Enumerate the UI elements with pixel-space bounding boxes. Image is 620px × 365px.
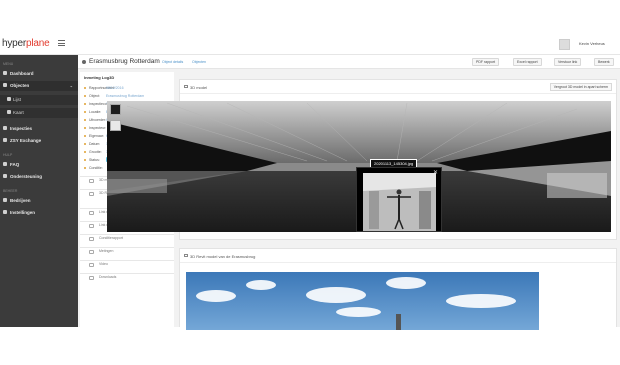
open-3d-model-button[interactable]: Vergroot 3D model in apart scherm xyxy=(549,83,612,91)
menu-video[interactable]: Video xyxy=(80,262,174,272)
menu-conditierapport[interactable]: Conditierapport xyxy=(80,236,174,246)
sidebar-item-kaart[interactable]: Kaart xyxy=(0,108,78,118)
support-icon xyxy=(3,174,7,178)
companies-icon xyxy=(3,198,7,202)
objects-icon xyxy=(3,83,7,87)
hyperplane-logo[interactable]: hyperplane xyxy=(2,38,50,49)
meta-rapportnummer: Rapportnummer: 08/12/2016 xyxy=(84,86,174,93)
sidebar-item-ondersteuning[interactable]: Ondersteuning xyxy=(0,172,78,182)
sidebar-item-lijst[interactable]: Lijst xyxy=(0,95,78,105)
excel-report-button[interactable]: Excel rapport xyxy=(513,58,542,66)
3d-point-cloud-viewer[interactable]: 20201113_145304.jpg ✕ xyxy=(107,101,611,232)
settings-icon xyxy=(3,210,7,214)
pdf-report-button[interactable]: PDF rapport xyxy=(472,58,500,66)
sidebar-section-beheer: BEHEER xyxy=(3,189,18,193)
sidebar-section-help: HULP xyxy=(3,153,13,157)
link-icon xyxy=(89,211,94,215)
card-title-3d-model: 3D model xyxy=(190,85,208,90)
page-header: Erasmusbrug Rotterdam Object details Obj… xyxy=(78,55,620,69)
revit-model-image[interactable] xyxy=(186,272,539,330)
wrench-icon xyxy=(89,250,94,254)
menu-metingen[interactable]: Metingen xyxy=(80,249,174,259)
send-link-button[interactable]: Verstuur link xyxy=(554,58,582,66)
sidebar-item-bedrijven[interactable]: Bedrijven xyxy=(0,196,78,206)
top-bar: hyperplane xyxy=(0,33,620,55)
sidebar-item-faq[interactable]: FAQ xyxy=(0,160,78,170)
sidebar-item-inspecties[interactable]: Inspecties xyxy=(0,124,78,134)
exchange-icon xyxy=(3,138,7,142)
sidebar-item-dashboard[interactable]: Dashboard xyxy=(0,69,78,79)
inspection-title: Inmeting Log3D xyxy=(84,75,115,80)
menu-toggle-icon[interactable] xyxy=(58,40,65,46)
photo-icon xyxy=(89,224,94,228)
menu-downloads[interactable]: Downloads xyxy=(80,275,174,285)
sidebar-item-instellingen[interactable]: Instellingen xyxy=(0,208,78,218)
image-icon xyxy=(89,192,94,196)
download-icon xyxy=(89,276,94,280)
sidebar-item-objecten[interactable]: Objecten ⌄ xyxy=(0,81,78,91)
report-icon xyxy=(89,237,94,241)
sidebar-item-zsy-exchange[interactable]: ZSY Exchange xyxy=(0,136,78,146)
breadcrumb-object-details[interactable]: Object details xyxy=(162,60,183,64)
sidebar: MENU Dashboard Objecten ⌄ Lijst Kaart Ins… xyxy=(0,55,78,327)
cube-icon xyxy=(89,179,94,183)
cube-icon xyxy=(184,85,188,88)
user-name[interactable]: Kevin Verheus xyxy=(579,41,605,46)
meta-object[interactable]: Object: Erasmusbrug Rotterdam xyxy=(84,94,174,101)
sidebar-section-menu: MENU xyxy=(3,62,14,66)
inspection-photo[interactable] xyxy=(363,173,436,231)
photo-popup[interactable]: ✕ xyxy=(356,167,442,232)
navigation-tool-button[interactable] xyxy=(110,104,121,115)
video-icon xyxy=(89,263,94,267)
image-icon xyxy=(184,254,188,257)
dashboard-icon xyxy=(3,71,7,75)
inspections-icon xyxy=(3,126,7,130)
edit-button[interactable]: Bewerk xyxy=(594,58,614,66)
breadcrumb-objecten[interactable]: Objecten xyxy=(192,60,206,64)
avatar[interactable] xyxy=(559,39,570,50)
close-icon[interactable]: ✕ xyxy=(433,169,438,176)
faq-icon xyxy=(3,162,7,166)
card-title-revit: 3D Revit model van de Erasmusbrug xyxy=(190,254,256,259)
page-title: Erasmusbrug Rotterdam xyxy=(89,58,160,65)
chevron-down-icon: ⌄ xyxy=(69,83,73,88)
list-icon xyxy=(7,97,11,101)
map-icon xyxy=(7,110,11,114)
object-icon xyxy=(82,60,86,64)
measure-tool-button[interactable] xyxy=(110,120,121,131)
